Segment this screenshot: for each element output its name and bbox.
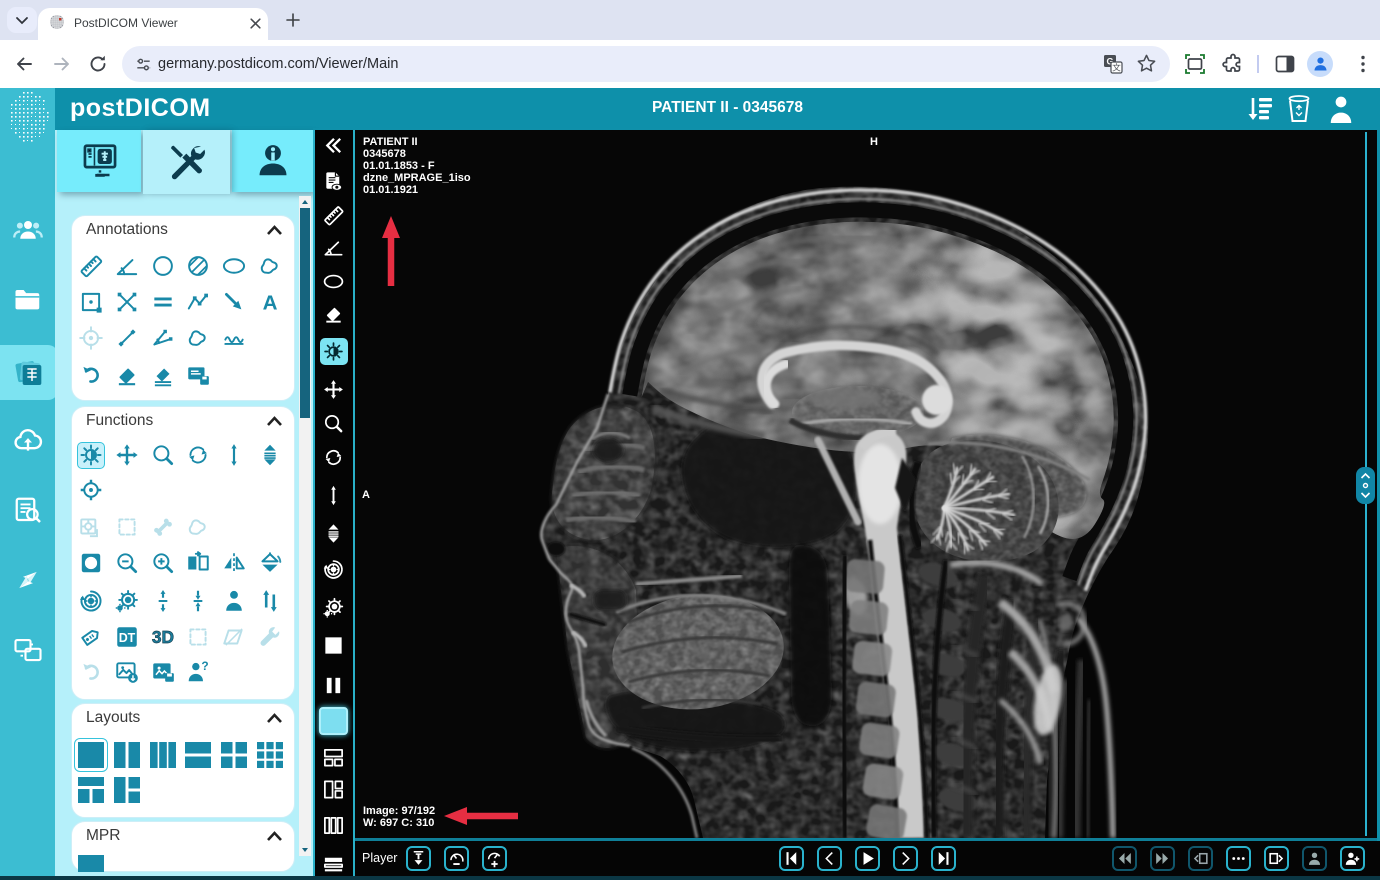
svg-text:DT: DT bbox=[119, 631, 136, 645]
svg-text:3D: 3D bbox=[152, 627, 174, 647]
svg-text:文: 文 bbox=[1112, 63, 1121, 73]
svg-text:?: ? bbox=[201, 659, 208, 673]
svg-text:A: A bbox=[263, 292, 278, 315]
